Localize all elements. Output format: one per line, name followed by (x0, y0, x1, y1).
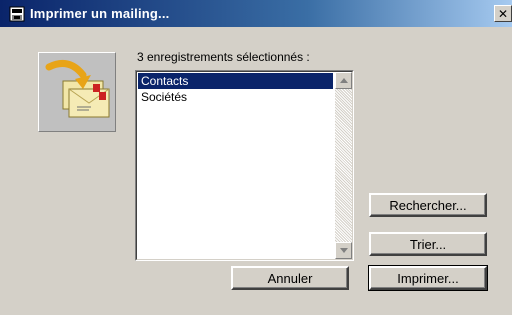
close-icon: ✕ (497, 6, 509, 21)
selection-count-label: 3 enregistrements sélectionnés : (137, 50, 310, 64)
print-button[interactable]: Imprimer... (368, 265, 488, 291)
scroll-up-button[interactable] (335, 72, 352, 89)
scroll-up-arrow-icon (339, 78, 348, 83)
window-title: Imprimer un mailing... (30, 6, 170, 21)
title-bar: Imprimer un mailing... ✕ (0, 0, 512, 27)
sort-button[interactable]: Trier... (369, 232, 487, 256)
search-button[interactable]: Rechercher... (369, 193, 487, 217)
print-window-icon (8, 5, 26, 23)
scroll-down-arrow-icon (339, 248, 348, 253)
close-button[interactable]: ✕ (494, 5, 512, 22)
list-item-contacts[interactable]: Contacts (138, 73, 333, 89)
scroll-down-button[interactable] (335, 242, 352, 259)
cancel-button[interactable]: Annuler (231, 266, 349, 290)
mailing-envelopes-icon (38, 52, 116, 132)
record-type-list[interactable]: Contacts Sociétés (135, 70, 354, 261)
list-item-societes[interactable]: Sociétés (138, 89, 333, 105)
list-scrollbar[interactable] (335, 72, 352, 259)
